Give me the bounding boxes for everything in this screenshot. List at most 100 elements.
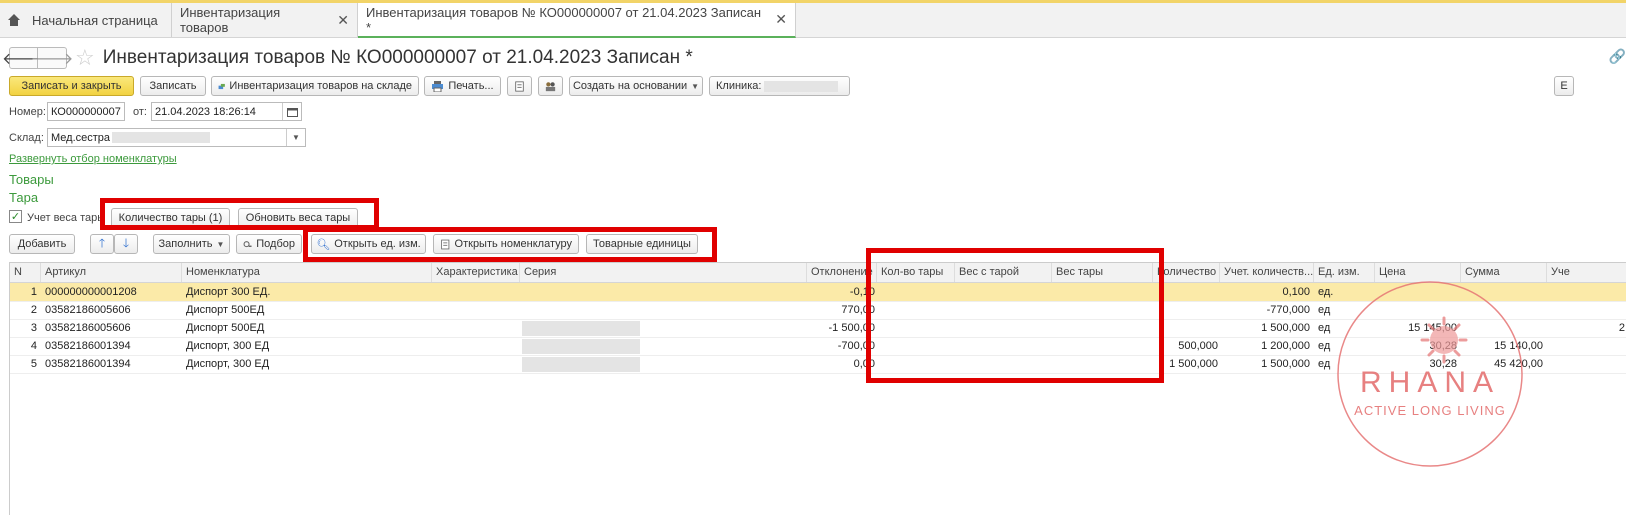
series-redacted xyxy=(522,321,640,336)
cell-article: 03582186005606 xyxy=(45,304,131,316)
cell-extra xyxy=(1547,337,1626,355)
open-unit-button[interactable]: 🔍︎ Открыть ед. изм. xyxy=(311,234,426,254)
date-from-label: от: xyxy=(133,106,147,118)
col-series[interactable]: Серия xyxy=(520,263,807,282)
tab-inventory-doc[interactable]: Инвентаризация товаров № КО000000007 от … xyxy=(358,3,796,38)
document-icon xyxy=(441,239,450,249)
goods-units-button[interactable]: Товарные единицы xyxy=(586,234,698,254)
arrow-up-icon: 🡑 xyxy=(98,235,106,250)
arrow-right-icon: 🡒 xyxy=(30,50,74,68)
col-extra[interactable]: Уче xyxy=(1547,263,1626,282)
chevron-down-icon[interactable]: ▼ xyxy=(286,129,305,146)
move-down-button[interactable]: 🡓 xyxy=(114,234,138,254)
cell-extra xyxy=(1547,301,1626,319)
cell-n: 1 xyxy=(30,286,37,298)
tab-home[interactable]: Начальная страница xyxy=(0,3,172,37)
clinic-redacted xyxy=(764,80,839,92)
date-value: 21.04.2023 18:26:14 xyxy=(155,105,256,118)
number-label: Номер: xyxy=(9,106,46,118)
cell-nomenclature: Диспорт 300 ЕД. xyxy=(186,286,271,298)
home-icon xyxy=(8,14,20,26)
link-icon[interactable]: 🔗 xyxy=(1609,48,1626,65)
series-redacted xyxy=(522,357,640,372)
warehouse-field[interactable]: Мед.сестра ▼ xyxy=(47,128,306,147)
update-tare-weights-button[interactable]: Обновить веса тары xyxy=(238,208,358,228)
col-tare-weight[interactable]: Вес тары xyxy=(1052,263,1153,282)
clinic-button[interactable]: Клиника: xyxy=(709,76,850,96)
cell-acc-quantity: 0,100 xyxy=(1282,286,1310,298)
series-redacted xyxy=(522,339,640,354)
tab-home-label: Начальная страница xyxy=(32,12,158,28)
col-article[interactable]: Артикул xyxy=(41,263,182,282)
date-field[interactable]: 21.04.2023 18:26:14 xyxy=(151,102,302,121)
watermark-brand: RHANA xyxy=(1359,366,1500,399)
users-icon xyxy=(545,81,556,91)
move-up-button[interactable]: 🡑 xyxy=(90,234,114,254)
select-button[interactable]: Подбор xyxy=(236,234,302,254)
col-characteristic[interactable]: Характеристика xyxy=(432,263,520,282)
tab-inventory-list[interactable]: Инвентаризация товаров ✕ xyxy=(172,3,358,37)
tare-qty-button[interactable]: Количество тары (1) xyxy=(111,208,230,228)
forward-button[interactable]: 🡒 xyxy=(31,47,73,69)
open-nomenclature-button[interactable]: Открыть номенклатуру xyxy=(433,234,579,254)
fill-button[interactable]: Заполнить ▼ xyxy=(153,234,230,254)
inventory-warehouse-button[interactable]: Инвентаризация товаров на складе xyxy=(211,76,419,96)
clinic-label: Клиника: xyxy=(716,80,762,92)
tab-inventory-doc-label: Инвентаризация товаров № КО000000007 от … xyxy=(366,4,762,35)
favorite-star-icon[interactable]: ☆ xyxy=(75,45,95,71)
save-close-button[interactable]: Записать и закрыть xyxy=(9,76,134,96)
cell-n: 4 xyxy=(30,340,37,352)
close-icon[interactable]: ✕ xyxy=(775,11,787,28)
col-deviation[interactable]: Отклонение xyxy=(807,263,877,282)
users-button[interactable] xyxy=(538,76,563,96)
tab-tare[interactable]: Тара xyxy=(9,190,38,205)
printer-icon xyxy=(432,80,444,92)
col-n[interactable]: N xyxy=(10,263,41,282)
col-tare-qty[interactable]: Кол-во тары xyxy=(877,263,955,282)
cell-acc-quantity: -770,000 xyxy=(1266,304,1310,316)
tab-goods[interactable]: Товары xyxy=(9,172,54,187)
cell-nomenclature: Диспорт 500ЕД xyxy=(186,304,265,316)
report-button[interactable] xyxy=(507,76,532,96)
cell-quantity xyxy=(1153,301,1220,319)
col-nomenclature[interactable]: Номенклатура xyxy=(182,263,432,282)
tab-bar: Начальная страница Инвентаризация товаро… xyxy=(0,3,1626,38)
open-nomenclature-label: Открыть номенклатуру xyxy=(454,238,572,250)
col-acc-quantity[interactable]: Учет. количеств... xyxy=(1220,263,1314,282)
save-button[interactable]: Записать xyxy=(140,76,206,96)
cell-n: 3 xyxy=(30,322,37,334)
chevron-down-icon: ▼ xyxy=(216,239,225,249)
col-quantity[interactable]: Количество xyxy=(1153,263,1220,282)
cell-article: 000000000001208 xyxy=(45,286,137,298)
cell-quantity xyxy=(1153,283,1220,301)
cell-acc-quantity: 1 500,000 xyxy=(1261,322,1310,334)
col-weight-with-tare[interactable]: Вес с тарой xyxy=(955,263,1052,282)
cell-deviation: 770,00 xyxy=(841,304,875,316)
watermark-tagline: ACTIVE LONG LIVING xyxy=(1354,403,1506,418)
cell-quantity xyxy=(1153,319,1220,337)
number-value: КО000000007 xyxy=(51,105,121,118)
add-button[interactable]: Добавить xyxy=(9,234,75,254)
cell-acc-quantity: 1 200,000 xyxy=(1261,340,1310,352)
print-button[interactable]: Печать... xyxy=(424,76,501,96)
arrow-down-icon: 🡓 xyxy=(122,235,130,250)
nav-buttons: 🡐 🡒 xyxy=(2,47,73,69)
cell-quantity: 500,000 xyxy=(1178,340,1218,352)
cell-extra xyxy=(1547,355,1626,373)
cell-deviation: -700,00 xyxy=(837,340,875,352)
tare-weight-checkbox[interactable]: ✓ xyxy=(9,210,22,223)
warehouse-value: Мед.сестра xyxy=(51,131,111,144)
close-icon[interactable]: ✕ xyxy=(337,12,349,29)
warehouse-label: Склад: xyxy=(9,132,44,144)
select-label: Подбор xyxy=(256,238,295,250)
create-based-button[interactable]: Создать на основании ▼ xyxy=(569,76,703,96)
calendar-icon[interactable] xyxy=(282,103,301,120)
report-icon xyxy=(515,80,524,92)
number-field[interactable]: КО000000007 xyxy=(47,102,125,121)
cell-deviation: 0,00 xyxy=(853,358,875,370)
cell-nomenclature: Диспорт 500ЕД xyxy=(186,322,265,334)
more-button[interactable]: Е xyxy=(1554,76,1574,96)
expand-filter-link[interactable]: Развернуть отбор номенклатуры xyxy=(9,153,177,165)
create-based-label: Создать на основании xyxy=(572,80,688,92)
cell-quantity: 1 500,000 xyxy=(1169,358,1218,370)
